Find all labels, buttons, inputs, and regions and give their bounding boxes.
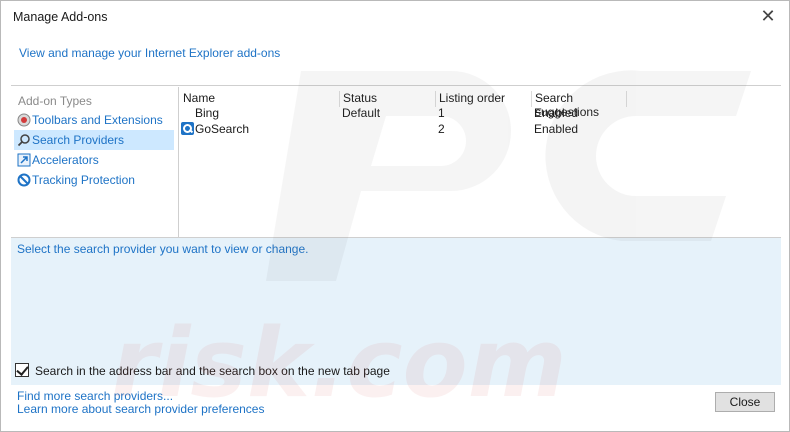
provider-name: Bing [195, 106, 220, 120]
column-header-status[interactable]: Status [339, 91, 435, 107]
provider-name: GoSearch [195, 122, 250, 136]
provider-search-suggestions: Enabled [534, 122, 579, 136]
provider-listing-order: 2 [438, 122, 445, 136]
sidebar-item-toolbars-extensions[interactable]: Toolbars and Extensions [14, 110, 174, 130]
close-button[interactable]: Close [715, 392, 775, 412]
title-bar: Manage Add-ons ✕ [1, 1, 789, 33]
provider-listing-order: 1 [438, 106, 445, 120]
manage-addons-window: Manage Add-ons ✕ View and manage your In… [0, 0, 790, 432]
view-manage-addons-link[interactable]: View and manage your Internet Explorer a… [19, 46, 280, 60]
table-row-bing[interactable]: Bing Default 1 Enabled [180, 106, 780, 122]
header-area: View and manage your Internet Explorer a… [11, 33, 781, 86]
sidebar-item-search-providers[interactable]: Search Providers [14, 130, 174, 150]
details-pane: Select the search provider you want to v… [11, 237, 781, 385]
gosearch-icon [181, 122, 194, 135]
sidebar-item-tracking-protection[interactable]: Tracking Protection [14, 170, 174, 190]
column-header-search-suggestions[interactable]: Search suggestions [531, 91, 627, 119]
addon-types-heading: Add-on Types [18, 94, 92, 108]
sidebar-item-accelerators[interactable]: Accelerators [14, 150, 174, 170]
provider-status: Default [342, 106, 381, 120]
close-window-icon[interactable]: ✕ [759, 7, 777, 25]
sidebar-item-label: Tracking Protection [32, 173, 135, 187]
learn-more-preferences-link[interactable]: Learn more about search provider prefere… [17, 402, 264, 416]
addon-types-sidebar: Add-on Types Toolbars and Extensions Sea… [11, 87, 179, 237]
select-provider-prompt: Select the search provider you want to v… [17, 242, 309, 256]
accelerator-icon [17, 153, 31, 167]
provider-search-suggestions: Enabled [534, 106, 579, 120]
find-more-providers-link[interactable]: Find more search providers... [17, 389, 173, 403]
search-icon [17, 134, 30, 147]
column-header-listing-order[interactable]: Listing order [435, 91, 531, 107]
search-providers-list: Name Status Listing order Search suggest… [180, 87, 781, 237]
window-title: Manage Add-ons [13, 10, 108, 24]
column-header-name[interactable]: Name [180, 91, 340, 107]
address-bar-search-checkbox-label[interactable]: Search in the address bar and the search… [35, 364, 390, 378]
table-row-gosearch[interactable]: GoSearch 2 Enabled [180, 122, 780, 138]
footer: Find more search providers... Learn more… [11, 385, 781, 423]
tracking-protection-icon [17, 173, 31, 187]
sidebar-item-label: Toolbars and Extensions [32, 113, 163, 127]
sidebar-item-label: Accelerators [32, 153, 99, 167]
toolbar-extension-icon [17, 113, 31, 127]
address-bar-search-checkbox[interactable] [15, 363, 29, 377]
sidebar-item-label: Search Providers [32, 133, 125, 147]
